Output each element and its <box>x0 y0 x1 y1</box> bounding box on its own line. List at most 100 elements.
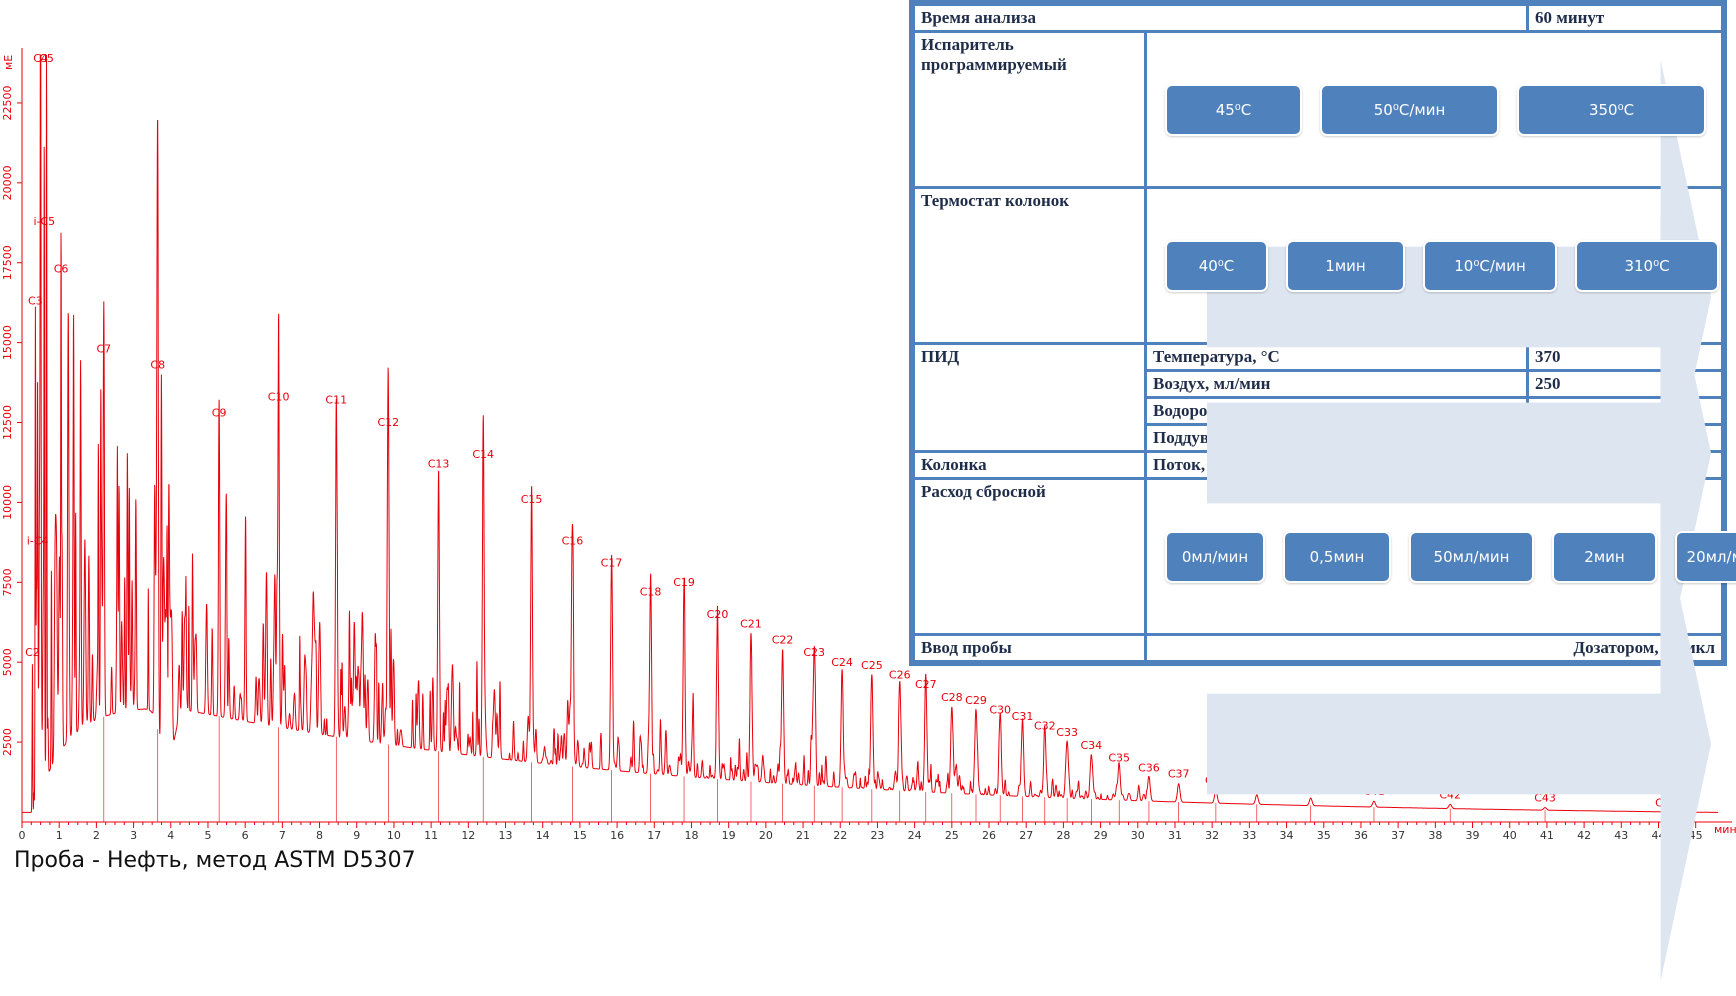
split-label: Расход сбросной <box>912 477 1147 636</box>
y-tick-label: 17500 <box>1 245 14 280</box>
peak-label: C22 <box>772 633 794 646</box>
peak-label: C29 <box>965 694 987 707</box>
x-tick-label: 24 <box>908 829 922 842</box>
x-tick-label: 23 <box>870 829 884 842</box>
peak-label: C24 <box>831 656 853 669</box>
x-tick-label: 9 <box>353 829 360 842</box>
flow-step-box: 50⁰C/мин <box>1320 83 1499 136</box>
peak-label: C14 <box>472 448 494 461</box>
x-tick-label: 31 <box>1168 829 1182 842</box>
peak-label: C18 <box>640 585 662 598</box>
column-label: Колонка <box>912 450 1147 480</box>
flow-step-box: 40⁰C <box>1165 239 1268 292</box>
peak-label: C27 <box>915 678 937 691</box>
peak-label: C21 <box>740 617 762 630</box>
x-tick-label: 29 <box>1094 829 1108 842</box>
x-tick-label: 17 <box>647 829 661 842</box>
analysis-time-label: Время анализа <box>911 3 1530 33</box>
x-tick-label: 0 <box>19 829 26 842</box>
flow-step-box: 1мин <box>1286 239 1405 292</box>
x-tick-label: 1 <box>56 829 63 842</box>
x-tick-label: 27 <box>1019 829 1033 842</box>
y-tick-label: 7500 <box>1 568 14 596</box>
flow-step-box: 310⁰C <box>1575 239 1719 292</box>
flow-step-box: 45⁰C <box>1165 83 1302 136</box>
injector-label: Испаритель программируемый <box>912 30 1147 189</box>
y-tick-label: 10000 <box>1 485 14 520</box>
peak-label: C28 <box>941 691 963 704</box>
row-injector: Испаритель программируемый 45⁰C 50⁰C/мин 3… <box>912 30 1724 534</box>
peak-label: C25 <box>861 659 883 672</box>
peak-label: C7 <box>96 343 111 356</box>
peak-label: C8 <box>150 359 165 372</box>
injection-label: Ввод пробы <box>912 633 1147 663</box>
x-tick-label: 20 <box>759 829 773 842</box>
x-tick-label: 28 <box>1056 829 1070 842</box>
x-tick-label: 13 <box>499 829 513 842</box>
x-tick-label: 2 <box>93 829 100 842</box>
peak-label: C16 <box>562 534 584 547</box>
peak-label: C34 <box>1080 739 1102 752</box>
peak-label: C15 <box>521 493 543 506</box>
row-analysis-time: Время анализа 60 минут <box>911 3 1724 33</box>
x-tick-label: 30 <box>1131 829 1145 842</box>
peak-label: C9 <box>212 407 227 420</box>
x-tick-label: 16 <box>610 829 624 842</box>
peak-label: C19 <box>673 576 695 589</box>
flow-step-box: 20мл/мин <box>1675 530 1736 583</box>
y-tick-label: 15000 <box>1 325 14 360</box>
method-conditions-table: Время анализа 60 минут Испаритель програ… <box>909 0 1736 981</box>
peak-label: i-C4 <box>27 534 49 547</box>
peak-label: C26 <box>889 669 911 682</box>
injector-program-flow: 45⁰C 50⁰C/мин 350⁰C <box>1153 35 1715 534</box>
x-tick-label: 5 <box>204 829 211 842</box>
peak-label: C36 <box>1138 761 1160 774</box>
peak-label: C32 <box>1034 720 1056 733</box>
fid-label: ПИД <box>912 342 1147 453</box>
x-tick-label: 11 <box>424 829 438 842</box>
peak-label: C13 <box>428 458 450 471</box>
split-program-flow: 0мл/мин 0,5мин 50мл/мин 2мин 20мл/мин <box>1153 482 1736 981</box>
y-tick-label: 22500 <box>1 85 14 120</box>
x-tick-label: 25 <box>945 829 959 842</box>
peak-label: C17 <box>601 557 623 570</box>
peak-label: C6 <box>54 263 69 276</box>
peak-label: C37 <box>1168 768 1190 781</box>
analysis-time-value: 60 минут <box>1526 3 1724 33</box>
x-tick-label: 8 <box>316 829 323 842</box>
peak-label: C5 <box>39 52 54 65</box>
oven-program-flow: 40⁰C 1мин 10⁰C/мин 310⁰C <box>1153 191 1719 690</box>
peak-label: C12 <box>378 416 400 429</box>
x-tick-label: 22 <box>833 829 847 842</box>
x-tick-label: 26 <box>982 829 996 842</box>
oven-label: Термостат колонок <box>912 186 1147 345</box>
peak-label: i-C5 <box>33 215 55 228</box>
y-tick-label: 12500 <box>1 405 14 440</box>
x-tick-label: 6 <box>242 829 249 842</box>
flow-step-box: 2мин <box>1552 530 1657 583</box>
peak-label: C3 <box>28 295 43 308</box>
peak-label: C30 <box>989 704 1011 717</box>
x-tick-label: 4 <box>167 829 174 842</box>
x-tick-label: 7 <box>279 829 286 842</box>
peak-label: C23 <box>803 646 825 659</box>
peak-label: C31 <box>1012 710 1034 723</box>
peak-label: C33 <box>1056 726 1078 739</box>
peak-label: C20 <box>707 608 729 621</box>
y-tick-label: 20000 <box>1 165 14 200</box>
chart-caption: Проба - Нефть, метод ASTM D5307 <box>14 848 416 873</box>
x-tick-label: 15 <box>573 829 587 842</box>
x-tick-label: 10 <box>387 829 401 842</box>
row-oven: Термостат колонок 40⁰C 1мин 10⁰C/мин 310⁰C <box>912 186 1724 690</box>
x-tick-label: 12 <box>461 829 475 842</box>
x-tick-label: 19 <box>722 829 736 842</box>
y-tick-label: 5000 <box>1 648 14 676</box>
flow-step-box: 0мл/мин <box>1165 530 1265 583</box>
x-tick-label: 21 <box>796 829 810 842</box>
peak-label: C2 <box>25 646 40 659</box>
x-axis-unit: мин <box>1714 823 1736 836</box>
x-tick-label: 14 <box>536 829 550 842</box>
flow-step-box: 50мл/мин <box>1409 530 1534 583</box>
peak-label: C35 <box>1108 752 1130 765</box>
x-tick-label: 18 <box>684 829 698 842</box>
